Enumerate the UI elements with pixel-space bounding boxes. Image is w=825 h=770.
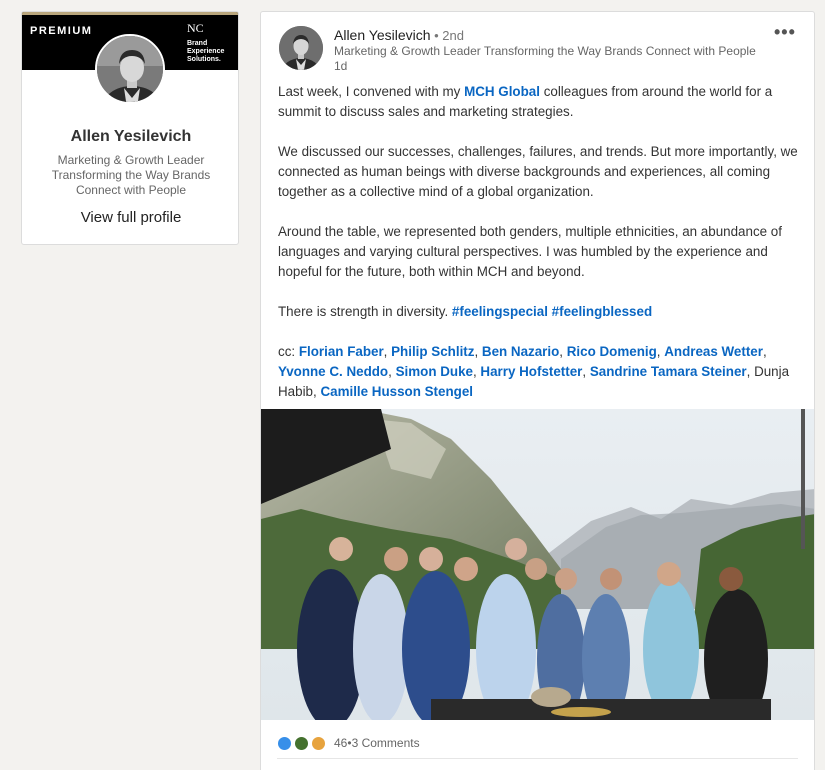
post-paragraph: Last week, I convened with my MCH Global… — [278, 82, 800, 122]
profile-avatar[interactable] — [95, 34, 165, 104]
logo-text-line: Brand — [187, 40, 208, 47]
mention-link[interactable]: Yvonne C. Neddo — [278, 364, 388, 379]
company-logo: NC Brand Experience Solutions. — [187, 21, 231, 69]
mention-link[interactable]: Rico Domenig — [567, 344, 657, 359]
mention-link[interactable]: Sandrine Tamara Steiner — [590, 364, 747, 379]
post-paragraph: Around the table, we represented both ge… — [278, 224, 782, 279]
cc-mentions: cc: Florian Faber, Philip Schlitz, Ben N… — [278, 344, 790, 399]
post-timestamp: 1d — [334, 59, 348, 73]
author-line: Allen Yesilevich • 2nd — [334, 27, 464, 43]
post-paragraph: We discussed our successes, challenges, … — [278, 144, 798, 199]
paragraph-text: Last week, I convened with my — [278, 84, 465, 99]
more-options-icon[interactable]: ••• — [774, 22, 796, 43]
profile-headline: Marketing & Growth Leader Transforming t… — [51, 153, 211, 197]
like-icon — [277, 735, 292, 751]
mention-link[interactable]: Andreas Wetter — [664, 344, 763, 359]
mention-link[interactable]: Simon Duke — [396, 364, 473, 379]
profile-card: PREMIUM NC Brand Experience Solutions. A… — [21, 11, 239, 245]
mention-link[interactable]: Camille Husson Stengel — [320, 384, 473, 399]
logo-text-line: Experience — [187, 48, 225, 55]
author-avatar[interactable] — [279, 26, 323, 70]
celebrate-icon — [294, 735, 309, 751]
logo-text-line: Solutions. — [187, 56, 221, 63]
author-headline: Marketing & Growth Leader Transforming t… — [334, 44, 756, 58]
divider — [277, 758, 798, 759]
company-mention-link[interactable]: MCH Global — [464, 84, 540, 99]
post-text: Last week, I convened with my MCH Global… — [278, 82, 800, 402]
mention-link[interactable]: Harry Hofstetter — [480, 364, 582, 379]
paragraph-text: There is strength in diversity. — [278, 304, 452, 319]
logo-mark: NC — [187, 21, 204, 35]
cc-prefix: cc: — [278, 344, 299, 359]
insightful-icon — [311, 735, 326, 751]
hashtag-link[interactable]: #feelingspecial — [452, 304, 548, 319]
post-photo[interactable] — [261, 409, 814, 720]
reaction-count[interactable]: 46 — [334, 736, 347, 750]
view-full-profile-link[interactable]: View full profile — [22, 209, 238, 226]
premium-label: PREMIUM — [30, 25, 93, 37]
profile-name[interactable]: Allen Yesilevich — [22, 128, 238, 146]
post-paragraph: There is strength in diversity. #feeling… — [278, 302, 800, 322]
author-name[interactable]: Allen Yesilevich — [334, 27, 431, 43]
comments-count-link[interactable]: 3 Comments — [352, 736, 420, 750]
mention-link[interactable]: Philip Schlitz — [391, 344, 474, 359]
mention-link[interactable]: Florian Faber — [299, 344, 384, 359]
feed-post: Allen Yesilevich • 2nd Marketing & Growt… — [260, 11, 815, 770]
hashtag-link[interactable]: #feelingblessed — [552, 304, 652, 319]
mention-link[interactable]: Ben Nazario — [482, 344, 559, 359]
connection-degree: • 2nd — [430, 28, 464, 43]
social-counts[interactable]: 46 • 3 Comments — [277, 734, 420, 752]
